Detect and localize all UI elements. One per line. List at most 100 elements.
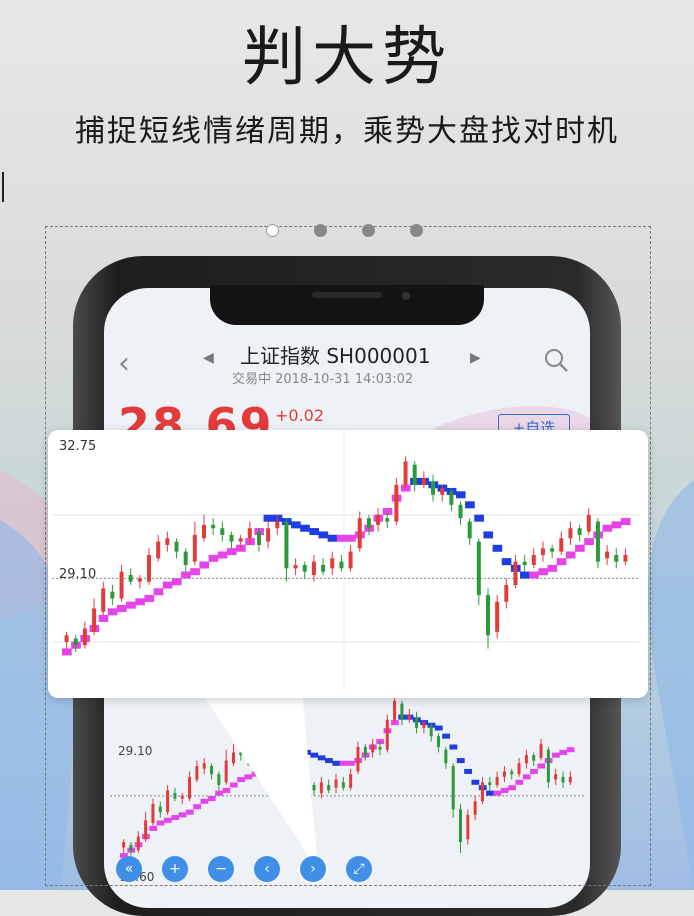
candle <box>586 514 591 532</box>
candle <box>415 717 419 728</box>
trend-segment <box>611 521 622 529</box>
candle <box>510 771 514 775</box>
prev-stock-icon[interactable]: ◀ <box>203 350 214 366</box>
candle <box>488 782 492 785</box>
candle <box>550 548 555 552</box>
trend-segment <box>171 815 180 821</box>
trend-segment <box>339 760 348 766</box>
candle <box>531 554 536 565</box>
candle <box>366 518 371 529</box>
candle <box>256 531 261 545</box>
trend-segment <box>556 558 567 566</box>
candle <box>174 541 179 552</box>
candle <box>173 793 177 799</box>
candle <box>229 534 234 542</box>
trend-segment <box>263 514 274 522</box>
candle <box>166 790 170 813</box>
trend-segment <box>190 568 200 576</box>
candle <box>348 551 353 569</box>
trend-segment <box>566 747 575 753</box>
trend-segment <box>309 528 320 536</box>
candle <box>129 844 133 851</box>
candle <box>480 782 484 802</box>
text-cursor <box>2 172 4 202</box>
trend-segment <box>199 561 210 569</box>
carousel-dot-1[interactable] <box>266 224 279 237</box>
trend-segment <box>530 768 538 774</box>
candle <box>495 601 500 632</box>
trend-segment <box>455 491 466 499</box>
expand-icon[interactable]: ⤢ <box>346 856 372 882</box>
candle <box>82 628 87 646</box>
candle <box>458 504 463 519</box>
trend-segment <box>327 534 338 542</box>
candle <box>431 481 436 495</box>
trend-segment <box>171 578 182 586</box>
candle <box>466 814 470 840</box>
trend-segment <box>464 768 472 774</box>
candle <box>356 747 360 772</box>
trend-segment <box>178 812 187 818</box>
carousel-dot-4[interactable] <box>410 224 423 237</box>
candle <box>467 521 472 539</box>
chevron-left-icon[interactable]: ‹ <box>254 856 280 882</box>
candle <box>357 518 362 549</box>
zoomed-chart-popup: 32.75 29.10 <box>48 430 648 698</box>
candle <box>147 554 152 582</box>
candle <box>385 719 389 750</box>
trend-segment <box>318 531 329 539</box>
trend-segment <box>602 524 613 532</box>
trend-segment <box>508 785 516 791</box>
zoom-out-icon[interactable]: − <box>208 856 234 882</box>
candle <box>101 588 106 612</box>
candle <box>486 595 490 636</box>
carousel-dot-2[interactable] <box>314 224 327 237</box>
trend-segment <box>465 501 475 509</box>
search-icon[interactable] <box>544 348 568 372</box>
candle <box>247 528 252 539</box>
trend-segment <box>456 758 465 764</box>
chart-toolbar: « + − ‹ › ⤢ <box>116 856 386 886</box>
candle <box>192 534 197 562</box>
back-chevron-icon[interactable]: ‹ <box>118 346 130 381</box>
candle <box>144 820 148 840</box>
candle <box>349 774 353 788</box>
trend-segment <box>529 571 539 579</box>
candle <box>614 554 619 562</box>
candle <box>605 551 610 559</box>
candle <box>495 776 499 785</box>
stock-title: 上证指数 SH000001 <box>240 344 431 368</box>
candle <box>412 464 417 485</box>
candle <box>540 548 545 555</box>
trend-segment <box>493 790 502 796</box>
trend-segment <box>552 752 560 758</box>
trend-segment <box>346 534 356 542</box>
trend-segment <box>149 825 158 831</box>
candle <box>122 842 126 848</box>
trend-segment <box>226 548 237 556</box>
stock-status: 交易中 2018-10-31 14:03:02 <box>232 372 414 387</box>
trend-segment <box>492 544 503 552</box>
candle <box>128 575 133 582</box>
candle <box>64 635 69 642</box>
trend-segment <box>500 787 509 793</box>
candle <box>440 488 445 495</box>
candle <box>517 763 521 775</box>
trend-segment <box>347 760 355 766</box>
trend-segment <box>162 581 173 589</box>
candle <box>293 565 298 569</box>
zoom-in-icon[interactable]: + <box>162 856 188 882</box>
trend-segment <box>471 779 480 785</box>
hero-subtitle: 捕捉短线情绪周期，乘势大盘找对时机 <box>75 114 619 149</box>
double-chevron-left-icon[interactable]: « <box>116 856 142 882</box>
candle <box>92 608 97 632</box>
trend-segment <box>208 554 219 562</box>
candle <box>165 538 170 545</box>
chevron-right-icon[interactable]: › <box>300 856 326 882</box>
trend-segment <box>153 588 164 596</box>
carousel-dot-3[interactable] <box>362 224 375 237</box>
next-stock-icon[interactable]: ▶ <box>470 350 481 366</box>
candle <box>363 747 367 756</box>
carousel-indicator <box>0 224 694 240</box>
candle <box>561 776 565 783</box>
